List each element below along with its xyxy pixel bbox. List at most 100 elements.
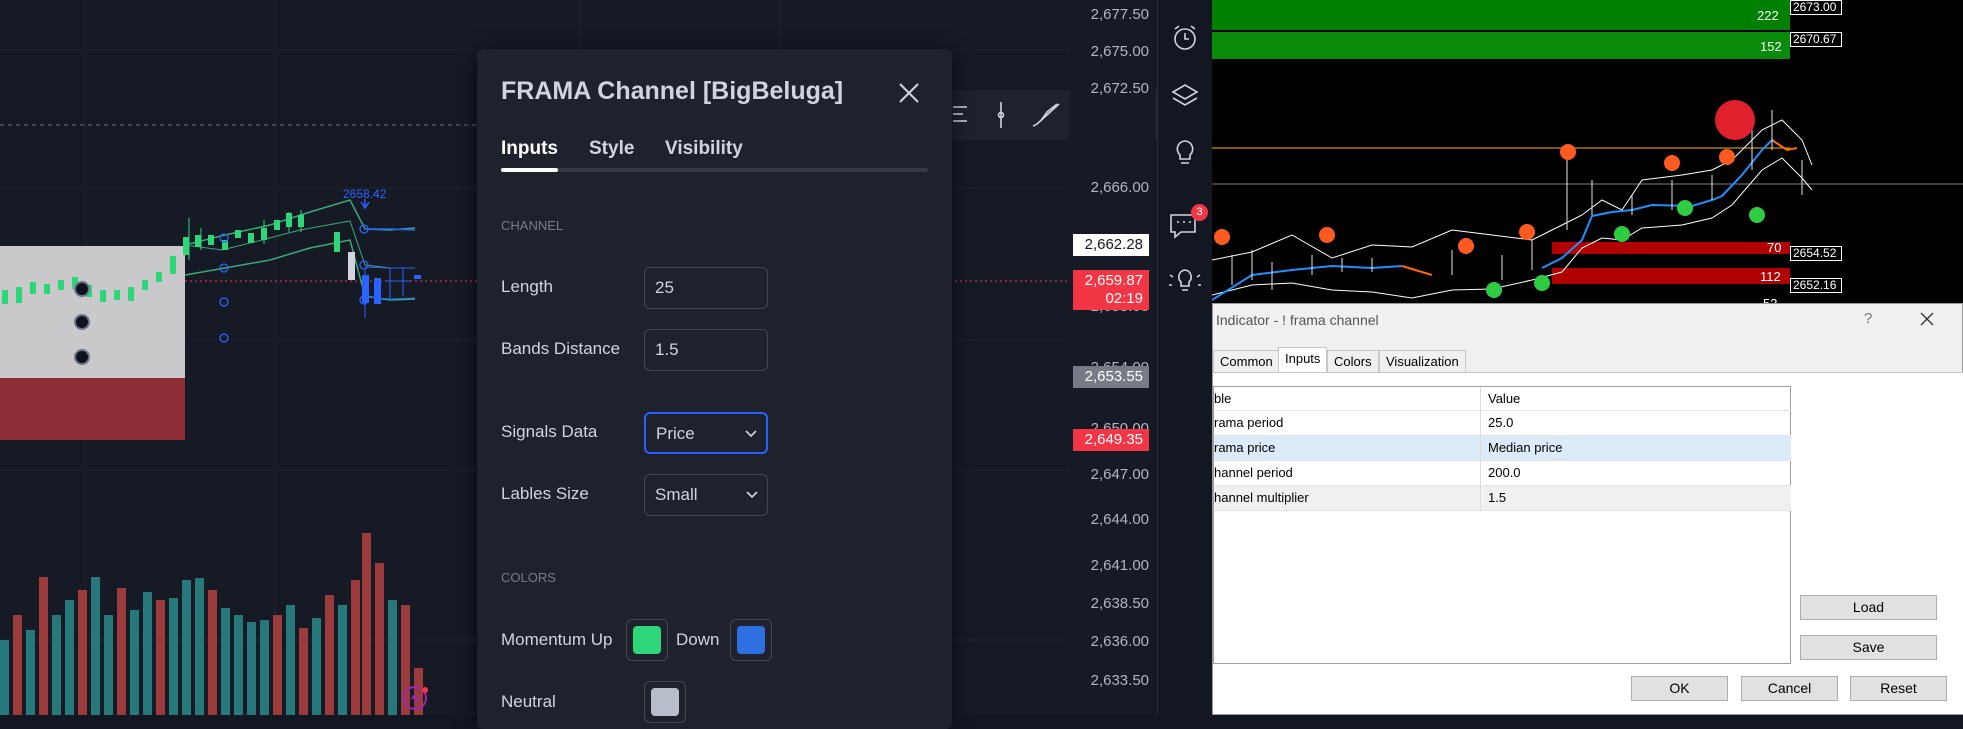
param-value[interactable]: 1.5 [1482,486,1790,511]
mt-tab-common[interactable]: Common [1213,350,1280,373]
mt-tab-panel: ble Value rama period 25.0 rama price Me… [1213,372,1963,714]
table-row[interactable]: hannel multiplier 1.5 [1214,486,1791,511]
ok-button[interactable]: OK [1631,676,1728,701]
alarm-clock-icon[interactable] [1166,19,1204,57]
zone5-count: 53 [1763,296,1777,303]
chevron-down-icon [746,491,758,499]
gray-price-label: 2,653.55 [1073,366,1149,388]
labels-size-value: Small [655,485,698,504]
hint-bulb-icon[interactable] [1166,262,1204,300]
mt-candles [1231,110,1803,290]
volume-bars [0,533,423,715]
tab-visibility[interactable]: Visibility [665,138,743,160]
signals-data-value: Price [656,424,695,443]
candle-wicks-blue [364,268,410,318]
reset-button[interactable]: Reset [1850,676,1947,701]
close-icon[interactable] [1919,311,1935,327]
list-settings-icon[interactable] [953,106,967,122]
close-icon[interactable] [895,79,923,107]
channel-markers [219,224,369,343]
down-label: Down [676,630,720,649]
table-row-selected[interactable]: rama price Median price [1214,436,1791,461]
param-name: rama price [1214,436,1481,461]
momentum-up-color[interactable] [626,619,668,661]
neutral-label: Neutral [501,692,556,711]
zone2-count: 152 [1760,39,1782,54]
candle-green-big [334,232,340,252]
candle-gray [348,252,355,280]
price-tick: 2,672.50 [1090,80,1149,97]
vertical-line-icon[interactable] [997,102,1005,128]
zone-bar-4 [1552,268,1790,284]
mt-chart-pane[interactable]: 222 152 70 112 53 [1212,0,1963,303]
momentum-up-label: Momentum Up [501,630,613,649]
load-button[interactable]: Load [1800,595,1937,620]
length-input[interactable]: 25 [644,267,768,309]
tab-inputs[interactable]: Inputs [501,138,558,160]
zone-pivots [74,281,90,365]
save-button[interactable]: Save [1800,635,1937,660]
mt-dialog-title: Indicator - ! frama channel [1216,312,1379,328]
table-header: ble Value [1214,387,1791,412]
price-tick: 2,647.00 [1090,466,1149,483]
price-axis[interactable]: 2,677.50 2,675.00 2,672.50 2,666.00 2,65… [1070,0,1155,715]
tab-style[interactable]: Style [589,138,634,160]
mt-indicator-dialog: Indicator - ! frama channel ? Common Inp… [1212,303,1963,715]
header-value: Value [1488,391,1521,406]
crosshair-price-label: 2,662.28 [1073,234,1149,256]
section-channel: CHANNEL [501,218,564,233]
last-price-label: 2,659.87 02:19 [1073,270,1149,310]
price-tick: 2,666.00 [1090,179,1149,196]
param-name: hannel period [1214,461,1481,486]
mt-tab-visualization[interactable]: Visualization [1379,350,1466,373]
brush-icon[interactable] [1032,103,1060,127]
alert-dot [422,687,428,693]
demand-zone [0,378,185,440]
zone2-price: 2670.67 [1790,32,1842,47]
channel-inner-line [184,220,415,269]
color-swatch [737,626,765,654]
length-label: Length [501,277,553,296]
chevron-down-icon [745,430,757,438]
momentum-down-color[interactable] [730,619,772,661]
price-tick: 2,641.00 [1090,557,1149,574]
labels-size-select[interactable]: Small [644,474,768,516]
zone3-price: 2654.52 [1790,246,1842,261]
tab-indicator [501,168,558,172]
mt-tab-colors[interactable]: Colors [1327,350,1379,373]
price-tick: 2,638.50 [1090,595,1149,612]
param-value[interactable]: Median price [1482,436,1790,461]
price-tick: 2,675.00 [1090,43,1149,60]
bands-distance-label: Bands Distance [501,339,621,358]
zone-bar-2 [1212,32,1790,59]
lightbulb-icon[interactable] [1166,134,1204,172]
zone4-price: 2652.16 [1790,278,1842,293]
help-icon[interactable]: ? [1864,310,1872,327]
labels-size-label: Lables Size [501,484,589,503]
table-row[interactable]: rama period 25.0 [1214,411,1791,436]
bar-countdown: 02:19 [1105,290,1143,307]
signals-data-select[interactable]: Price [644,412,768,454]
param-value[interactable]: 200.0 [1482,461,1790,486]
tab-track [501,168,928,172]
price-tick: 2,633.50 [1090,672,1149,689]
zone3-count: 70 [1767,240,1782,255]
candle-wicks-green [188,210,302,260]
mt-tab-inputs[interactable]: Inputs [1278,347,1328,373]
section-colors: COLORS [501,570,556,585]
layers-icon[interactable] [1166,76,1204,114]
zone1-count: 222 [1757,8,1779,23]
bands-distance-input[interactable]: 1.5 [644,329,768,371]
price-annotation: 2658.42 [343,187,387,201]
indicator-settings-dialog: FRAMA Channel [BigBeluga] Inputs Style V… [477,49,952,729]
sell-signals [1214,144,1735,254]
inputs-table: ble Value rama period 25.0 rama price Me… [1213,386,1791,664]
supply-zone [0,246,185,378]
table-row[interactable]: hannel period 200.0 [1214,461,1791,486]
cancel-button[interactable]: Cancel [1741,676,1838,701]
neutral-color[interactable] [644,681,686,723]
param-value[interactable]: 25.0 [1482,411,1790,436]
frama-line-orange [1401,265,1433,276]
whale-logo [1715,100,1755,140]
price-tick: 2,677.50 [1090,6,1149,23]
